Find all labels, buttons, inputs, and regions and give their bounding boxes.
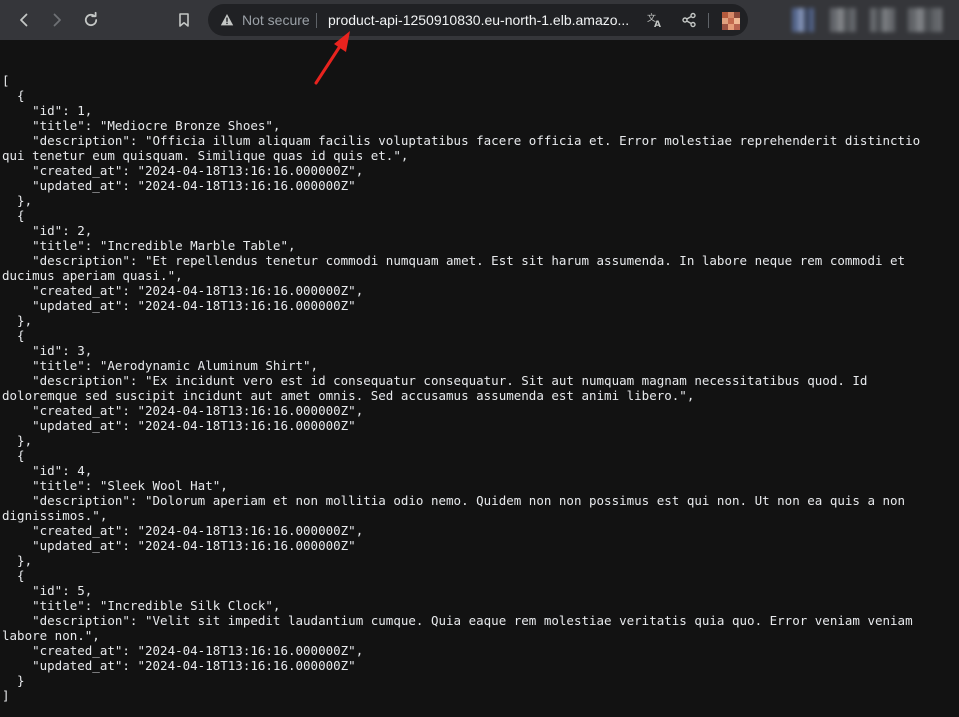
json-response-body: [ { "id": 1, "title": "Mediocre Bronze S… <box>2 73 958 703</box>
json-line: { <box>2 88 25 103</box>
json-line: { <box>2 568 25 583</box>
json-line: "updated_at": "2024-04-18T13:16:16.00000… <box>2 658 356 673</box>
json-line: "description": "Officia illum aliquam fa… <box>2 133 921 148</box>
json-line: "description": "Velit sit impedit laudan… <box>2 613 913 628</box>
json-line: }, <box>2 313 33 328</box>
omnibox-divider-right <box>708 13 709 28</box>
json-line: { <box>2 448 25 463</box>
json-line: "created_at": "2024-04-18T13:16:16.00000… <box>2 403 364 418</box>
json-line: "id": 5, <box>2 583 93 598</box>
json-line: "id": 2, <box>2 223 93 238</box>
json-line: }, <box>2 193 33 208</box>
json-line: "updated_at": "2024-04-18T13:16:16.00000… <box>2 178 356 193</box>
extension-icon[interactable] <box>722 12 740 30</box>
blurred-avatar[interactable] <box>792 8 814 32</box>
back-button[interactable] <box>10 6 38 34</box>
json-line: "id": 3, <box>2 343 93 358</box>
json-line: } <box>2 673 25 688</box>
reload-button[interactable] <box>77 6 105 34</box>
json-line: [ <box>2 73 10 88</box>
url-text[interactable]: product-api-1250910830.eu-north-1.elb.am… <box>328 12 634 28</box>
arrow-left-icon <box>16 12 32 28</box>
reload-icon <box>82 11 100 29</box>
json-line: dignissimos.", <box>2 508 108 523</box>
json-line: }, <box>2 553 33 568</box>
translate-icon[interactable]: 文 A <box>646 11 664 29</box>
json-line: ducimus aperiam quasi.", <box>2 268 183 283</box>
json-line: "description": "Dolorum aperiam et non m… <box>2 493 906 508</box>
json-line: labore non.", <box>2 628 100 643</box>
json-line: ] <box>2 688 10 703</box>
json-line: "updated_at": "2024-04-18T13:16:16.00000… <box>2 538 356 553</box>
json-line: "title": "Incredible Marble Table", <box>2 238 296 253</box>
json-line: "title": "Incredible Silk Clock", <box>2 598 281 613</box>
json-line: "id": 4, <box>2 463 93 478</box>
json-line: "title": "Sleek Wool Hat", <box>2 478 228 493</box>
json-line: "title": "Mediocre Bronze Shoes", <box>2 118 281 133</box>
json-line: "updated_at": "2024-04-18T13:16:16.00000… <box>2 418 356 433</box>
address-bar[interactable]: Not secure product-api-1250910830.eu-nor… <box>208 4 748 36</box>
svg-text:A: A <box>654 20 661 29</box>
json-line: "created_at": "2024-04-18T13:16:16.00000… <box>2 523 364 538</box>
json-line: "description": "Et repellendus tenetur c… <box>2 253 906 268</box>
annotation-arrow-icon <box>314 31 350 85</box>
json-line: "created_at": "2024-04-18T13:16:16.00000… <box>2 643 364 658</box>
blurred-extension[interactable] <box>908 8 942 32</box>
json-line: doloremque sed suscipit incidunt aut ame… <box>2 388 695 403</box>
bookmark-button[interactable] <box>170 6 198 34</box>
json-line: { <box>2 208 25 223</box>
json-line: "title": "Aerodynamic Aluminum Shirt", <box>2 358 319 373</box>
json-line: "description": "Ex incidunt vero est id … <box>2 373 868 388</box>
json-line: { <box>2 328 25 343</box>
profile-extensions-area[interactable] <box>790 8 950 32</box>
browser-toolbar: Not secure product-api-1250910830.eu-nor… <box>0 0 959 40</box>
json-line: "id": 1, <box>2 103 93 118</box>
json-line: }, <box>2 433 33 448</box>
blurred-extension[interactable] <box>870 8 896 32</box>
forward-button[interactable] <box>43 6 71 34</box>
json-line: qui tenetur eum quisquam. Similique quas… <box>2 148 409 163</box>
blurred-extension[interactable] <box>830 8 856 32</box>
warning-triangle-icon[interactable] <box>220 13 234 27</box>
bookmark-icon <box>176 12 192 28</box>
json-line: "created_at": "2024-04-18T13:16:16.00000… <box>2 163 364 178</box>
json-line: "created_at": "2024-04-18T13:16:16.00000… <box>2 283 364 298</box>
arrow-right-icon <box>49 12 65 28</box>
share-icon[interactable] <box>680 11 698 29</box>
json-line: "updated_at": "2024-04-18T13:16:16.00000… <box>2 298 356 313</box>
